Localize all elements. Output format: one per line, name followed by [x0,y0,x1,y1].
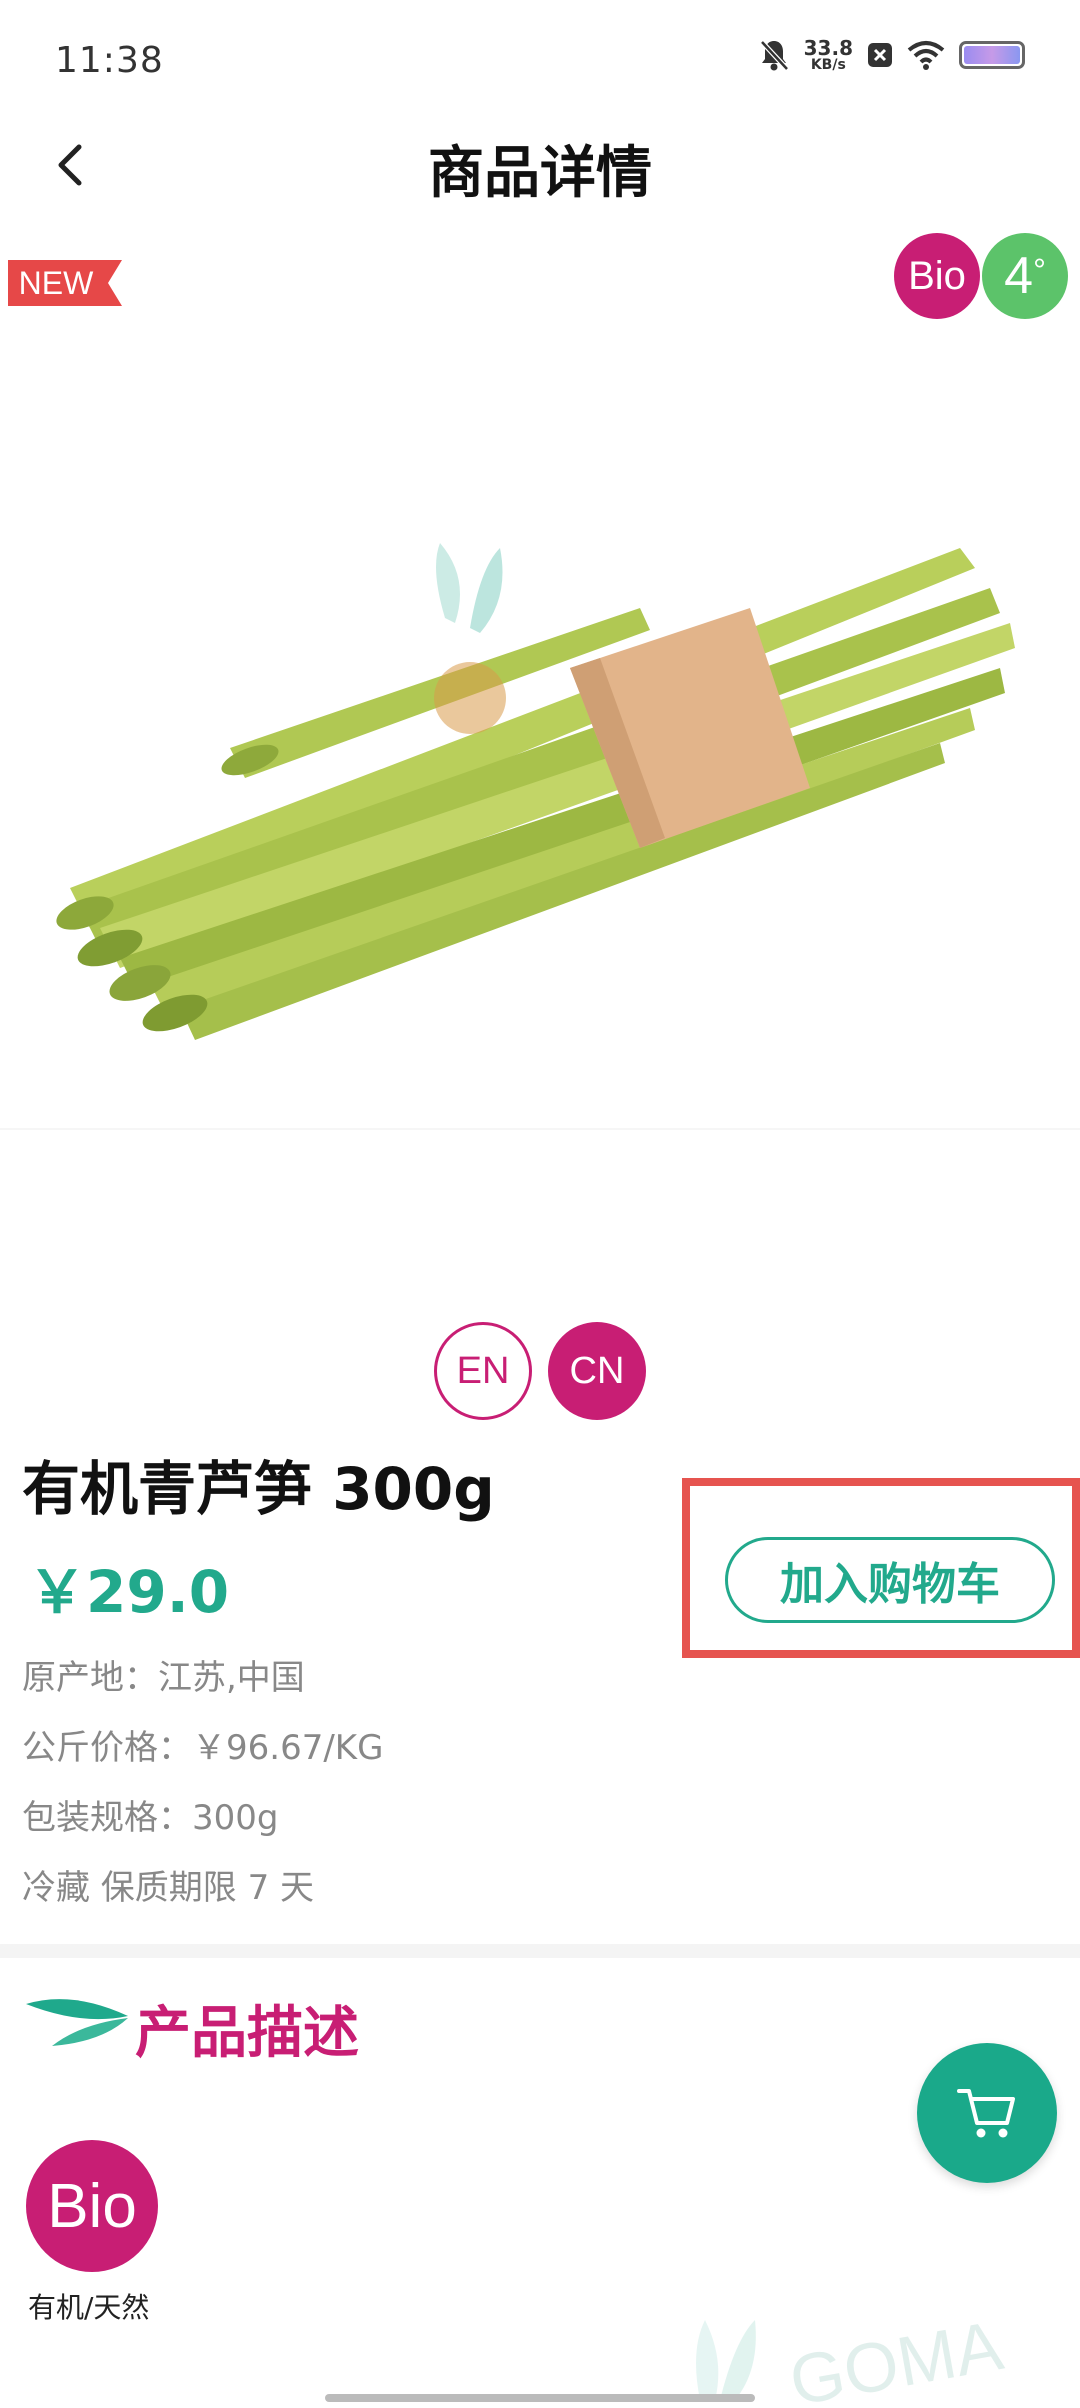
temperature-value: 4 [1004,247,1034,305]
bio-badge: Bio [894,233,980,319]
product-price-per-kg: 公斤价格：￥96.67/KG [22,1728,384,1768]
product-price: ￥29.0 [28,1558,230,1626]
description-title: 产品描述 [135,2001,359,2066]
temperature-badge: 4 ° [982,233,1068,319]
language-en-button[interactable]: EN [434,1322,532,1420]
watermark-logo [436,543,503,633]
leaf-icon [26,1999,128,2046]
cart-fab-button[interactable] [917,2043,1057,2183]
product-image[interactable] [0,368,1080,1128]
image-bottom-divider [0,1128,1080,1130]
network-speed: 33.8 KB/s [804,38,853,72]
new-badge-label: NEW [19,265,94,301]
new-badge: NEW [8,260,122,306]
page-title: 商品详情 [428,141,652,206]
status-time: 11:38 [55,40,164,81]
asparagus-spears [56,548,1015,1040]
status-icons: 33.8 KB/s [758,38,1025,72]
close-box-icon [868,43,892,67]
watermark: GOMA [696,2306,1008,2408]
wifi-icon [907,41,945,70]
shopping-cart-icon [957,2089,1015,2138]
home-indicator[interactable] [325,2394,755,2402]
bio-certification-badge: Bio [26,2140,158,2272]
status-bar: 11:38 33.8 KB/s [0,0,1080,130]
battery-icon [959,41,1025,69]
temperature-degree: ° [1033,251,1046,288]
network-speed-value: 33.8 [803,36,853,60]
product-package: 包装规格：300g [22,1798,279,1838]
asparagus-illustration [56,543,1015,1040]
bell-muted-icon [759,40,789,71]
product-storage: 冷藏 保质期限 7 天 [22,1868,315,1908]
bio-certification-caption: 有机/天然 [28,2291,150,2324]
watermark-text: GOMA [784,2306,1008,2408]
product-origin: 原产地：江苏,中国 [22,1658,305,1698]
product-name: 有机青芦笋 300g [22,1455,495,1523]
product-detail-page: 11:38 33.8 KB/s 商品详情 NEW Bio 4 ° EN CN 有… [0,0,1080,2408]
section-separator [0,1944,1080,1958]
network-speed-unit: KB/s [810,57,846,73]
add-to-cart-button[interactable]: 加入购物车 [725,1537,1055,1623]
language-cn-button[interactable]: CN [548,1322,646,1420]
